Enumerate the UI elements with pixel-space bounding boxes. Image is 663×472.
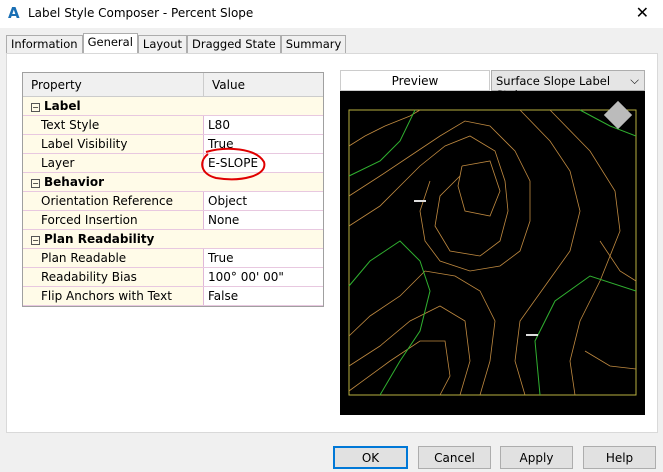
- cancel-button[interactable]: Cancel: [418, 446, 491, 469]
- property-value[interactable]: True: [204, 249, 323, 267]
- property-label: Text Style: [23, 116, 204, 134]
- category-value: [204, 97, 323, 115]
- property-row[interactable]: Readability Bias 100° 00' 00": [23, 268, 323, 287]
- property-grid: Property Value − Label Text Style L80 Label …: [22, 72, 324, 307]
- tab-information[interactable]: Information: [6, 35, 83, 53]
- property-value[interactable]: Object: [204, 192, 323, 210]
- category-text: Plan Readability: [44, 232, 155, 246]
- property-label: Readability Bias: [23, 268, 204, 286]
- property-row[interactable]: Label Visibility True: [23, 135, 323, 154]
- category-label: − Plan Readability: [23, 230, 204, 248]
- property-row[interactable]: Forced Insertion None: [23, 211, 323, 230]
- major-contours: [348, 109, 637, 396]
- contours: [348, 109, 637, 396]
- property-value[interactable]: L80: [204, 116, 323, 134]
- category-text: Behavior: [44, 175, 105, 189]
- property-value[interactable]: 100° 00' 00": [204, 268, 323, 286]
- category-row[interactable]: − Plan Readability: [23, 230, 323, 249]
- title-bar: A Label Style Composer - Percent Slope ✕: [0, 0, 663, 28]
- property-row[interactable]: Layer E-SLOPE: [23, 154, 323, 173]
- ok-button[interactable]: OK: [333, 446, 408, 469]
- preview-canvas: [340, 91, 645, 415]
- property-label: Label Visibility: [23, 135, 204, 153]
- property-label: Flip Anchors with Text: [23, 287, 204, 305]
- red-annotation-circle: [201, 147, 266, 181]
- property-label: Plan Readable: [23, 249, 204, 267]
- apply-button[interactable]: Apply: [500, 446, 573, 469]
- label-style-select[interactable]: Surface Slope Label Style⌵: [491, 70, 645, 102]
- tab-strip: Information General Layout Dragged State…: [6, 33, 347, 53]
- property-value[interactable]: False: [204, 287, 323, 305]
- contour-preview: [348, 100, 637, 396]
- category-label: − Behavior: [23, 173, 204, 191]
- help-button[interactable]: Help: [583, 446, 656, 469]
- collapse-icon[interactable]: −: [31, 236, 40, 245]
- slope-label: [526, 334, 538, 336]
- property-row[interactable]: Flip Anchors with Text False: [23, 287, 323, 306]
- category-label: − Label: [23, 97, 204, 115]
- chevron-down-icon: ⌵: [630, 73, 639, 87]
- category-text: Label: [44, 99, 81, 113]
- tab-dragged-state[interactable]: Dragged State: [187, 35, 281, 53]
- property-label: Forced Insertion: [23, 211, 204, 229]
- category-value: [204, 230, 323, 248]
- property-row[interactable]: Text Style L80: [23, 116, 323, 135]
- preview-tab[interactable]: Preview: [340, 70, 490, 91]
- surface-boundary: [348, 109, 637, 396]
- header-value: Value: [212, 78, 245, 92]
- category-row[interactable]: − Label: [23, 97, 323, 116]
- window-title: Label Style Composer - Percent Slope: [28, 6, 254, 20]
- grid-header: Property Value: [23, 73, 323, 97]
- header-property: Property: [23, 73, 204, 96]
- slope-label: [414, 200, 426, 202]
- close-icon[interactable]: ✕: [636, 3, 649, 22]
- category-row[interactable]: − Behavior: [23, 173, 323, 192]
- property-label: Layer: [23, 154, 204, 172]
- property-value[interactable]: None: [204, 211, 323, 229]
- tab-summary[interactable]: Summary: [280, 35, 347, 53]
- tab-layout[interactable]: Layout: [137, 35, 187, 53]
- tab-general[interactable]: General: [82, 33, 138, 53]
- property-row[interactable]: Orientation Reference Object: [23, 192, 323, 211]
- app-icon: A: [8, 4, 20, 22]
- property-row[interactable]: Plan Readable True: [23, 249, 323, 268]
- collapse-icon[interactable]: −: [31, 103, 40, 112]
- property-label: Orientation Reference: [23, 192, 204, 210]
- collapse-icon[interactable]: −: [31, 179, 40, 188]
